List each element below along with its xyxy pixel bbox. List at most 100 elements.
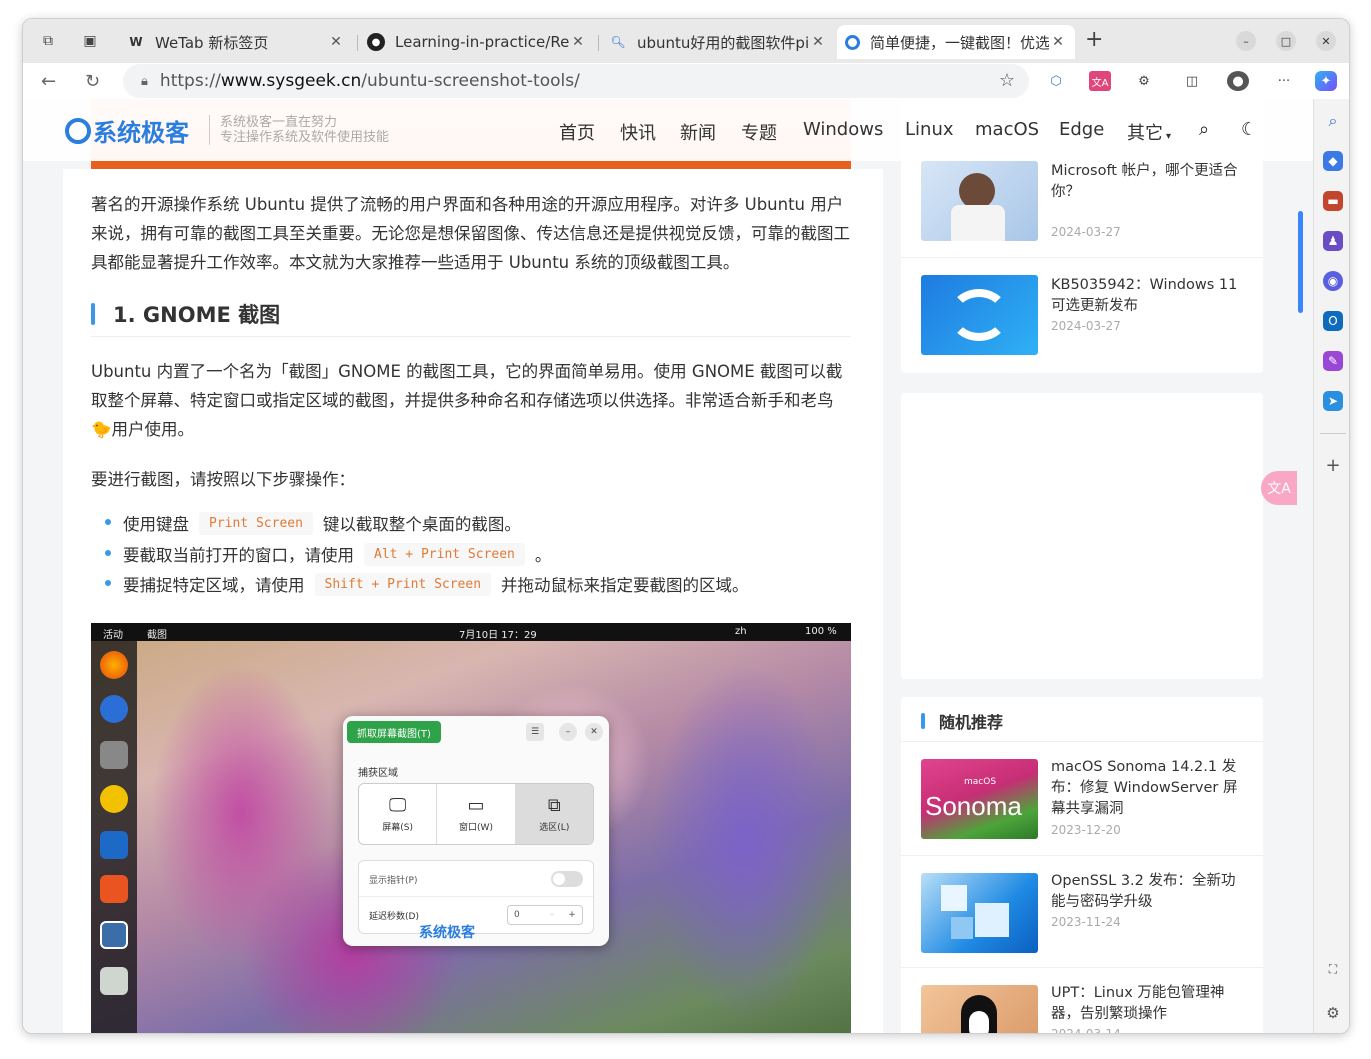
- search-icon[interactable]: ⌕: [1199, 119, 1209, 140]
- post-thumbnail[interactable]: macOS Sonoma: [921, 759, 1038, 839]
- site-watermark: 系统极客: [419, 925, 475, 941]
- post-title-link[interactable]: OpenSSL 3.2 发布：全新功能与密码学升级: [1051, 871, 1247, 913]
- sidebar-tag-icon[interactable]: ◆: [1323, 151, 1343, 171]
- more-menu-icon[interactable]: ···: [1273, 71, 1295, 91]
- close-tab-icon[interactable]: ✕: [809, 34, 827, 50]
- site-logo[interactable]: 系统极客: [65, 113, 189, 148]
- edge-sidebar: ⌕ ◆ ▬ ♟ ◉ O ✎ ➤ + ⛶ ⚙: [1313, 99, 1349, 1033]
- vertical-tabs-icon[interactable]: ▣: [79, 31, 101, 51]
- split-screen-icon[interactable]: ◫: [1181, 71, 1203, 91]
- minimize-button[interactable]: –: [1236, 31, 1256, 51]
- app-center-icon: [100, 875, 128, 903]
- favorite-star-icon[interactable]: ☆: [999, 70, 1015, 91]
- nav-windows[interactable]: Windows: [803, 119, 883, 140]
- close-window-button[interactable]: ✕: [1316, 31, 1336, 51]
- screenshot-dialog: 抓取屏幕截图(T) ☰ – ✕ 捕获区域 🖵︎ 屏幕(S) ▭ 窗口(W) ⧉ 选区(…: [343, 716, 609, 946]
- sidebar-search-icon[interactable]: ⌕: [1323, 111, 1343, 131]
- post-date: 2024-03-27: [1051, 319, 1121, 333]
- close-tab-icon[interactable]: ✕: [569, 34, 587, 50]
- logo-icon: [65, 117, 91, 144]
- post-date: 2023-12-20: [1051, 823, 1121, 837]
- nav-news[interactable]: 新闻: [680, 119, 716, 145]
- site-header: 系统极客 系统极客一直在努力 专注操作系统及软件使用技能 首页 快讯 新闻 专题 …: [23, 99, 1313, 161]
- nav-topics[interactable]: 专题: [741, 119, 777, 145]
- extension-cube-icon[interactable]: ⬡: [1045, 71, 1067, 91]
- rhythmbox-icon: [100, 785, 128, 813]
- page-scrollbar-thumb[interactable]: [1298, 211, 1303, 313]
- close-tab-icon[interactable]: ✕: [1049, 34, 1067, 50]
- sidebar-screenshot-icon[interactable]: ⛶: [1323, 959, 1343, 979]
- sidebar-settings-icon[interactable]: ⚙: [1323, 1003, 1343, 1023]
- window-icon: ▭: [467, 795, 485, 816]
- close-icon: ✕: [585, 723, 603, 741]
- sidebar-games-icon[interactable]: ♟: [1323, 231, 1343, 251]
- sysgeek-icon: [845, 34, 860, 50]
- nav-edge[interactable]: Edge: [1059, 119, 1104, 140]
- list-item: 要捕捉特定区域，请使用 Shift + Print Screen 并拖动鼠标来指…: [105, 572, 749, 596]
- intro-paragraph: 著名的开源操作系统 Ubuntu 提供了流畅的用户界面和各种用途的开源应用程序。…: [91, 195, 850, 272]
- new-tab-button[interactable]: +: [1085, 29, 1103, 51]
- monitor-icon: 🖵︎: [388, 795, 407, 816]
- random-posts-card: 随机推荐 macOS Sonoma macOS Sonoma 14.2.1 发布…: [901, 697, 1263, 1033]
- post-title-link[interactable]: UPT：Linux 万能包管理神器，告别繁琐操作: [1051, 983, 1247, 1025]
- sidebar-add-icon[interactable]: +: [1323, 455, 1343, 476]
- mode-window: ▭ 窗口(W): [437, 784, 516, 844]
- back-button[interactable]: ←: [41, 71, 56, 92]
- post-date: 2023-11-24: [1051, 915, 1121, 929]
- firefox-icon: [100, 651, 128, 679]
- github-icon: ●: [367, 33, 385, 51]
- post-title-link[interactable]: Microsoft 帐户，哪个更适合你？: [1051, 161, 1247, 203]
- post-thumbnail[interactable]: [921, 985, 1038, 1033]
- address-bar[interactable]: 🔒︎ https://www.sysgeek.cn/ubuntu-screens…: [123, 64, 1029, 98]
- site-tagline: 系统极客一直在努力 专注操作系统及软件使用技能: [209, 115, 389, 145]
- lock-icon: 🔒︎: [141, 73, 148, 89]
- tab-sysgeek-active[interactable]: 简单便捷，一键截图！优选 ✕: [837, 25, 1075, 59]
- post-thumbnail[interactable]: [921, 873, 1038, 953]
- gnome-dock: [91, 641, 137, 1033]
- pointer-toggle: [551, 871, 583, 887]
- screenshot-app-icon: [100, 921, 128, 949]
- post-date: 2024-03-27: [1051, 225, 1121, 239]
- sidebar-outlook-icon[interactable]: O: [1323, 311, 1343, 331]
- translate-float-button[interactable]: 文A: [1261, 471, 1297, 505]
- translate-extension-icon[interactable]: 文A: [1089, 71, 1111, 91]
- post-thumbnail[interactable]: [921, 161, 1038, 241]
- thunderbird-icon: [100, 695, 128, 723]
- post-title-link[interactable]: macOS Sonoma 14.2.1 发布：修复 WindowServer 屏…: [1051, 757, 1247, 820]
- tab-search[interactable]: 🔍︎ ubuntu好用的截图软件pin ✕: [601, 25, 835, 59]
- copilot-icon[interactable]: ✦: [1315, 71, 1337, 91]
- sidebar-copilot-icon[interactable]: ◉: [1323, 271, 1343, 291]
- sidebar-tools-icon[interactable]: ▬: [1323, 191, 1343, 211]
- nav-more[interactable]: 其它 ▾: [1127, 119, 1171, 145]
- nav-flash[interactable]: 快讯: [620, 119, 656, 145]
- profile-avatar[interactable]: ●: [1227, 71, 1249, 91]
- search-icon: 🔍︎: [610, 35, 626, 49]
- nav-home[interactable]: 首页: [559, 119, 595, 145]
- nav-macos[interactable]: macOS: [975, 119, 1039, 140]
- browser-window: ⧉ ▣ W WeTab 新标签页 ✕ ● Learning-in-practic…: [22, 18, 1350, 1034]
- post-thumbnail[interactable]: [921, 275, 1038, 355]
- sidebar-designer-icon[interactable]: ✎: [1323, 351, 1343, 371]
- section-heading: 1. GNOME 截图: [91, 299, 851, 337]
- inline-code: Alt + Print Screen: [364, 542, 525, 566]
- tab-github[interactable]: ● Learning-in-practice/Redi ✕: [359, 25, 595, 59]
- inline-code: Shift + Print Screen: [314, 572, 492, 596]
- article-card: 著名的开源操作系统 Ubuntu 提供了流畅的用户界面和各种用途的开源应用程序。…: [63, 169, 883, 1033]
- trash-icon: [100, 967, 128, 995]
- url-text: https://www.sysgeek.cn/ubuntu-screenshot…: [159, 71, 580, 91]
- ad-slot: [901, 393, 1263, 679]
- post-title-link[interactable]: KB5035942：Windows 11 可选更新发布: [1051, 275, 1247, 317]
- list-item: 使用键盘 Print Screen 键以截取整个桌面的截图。: [105, 511, 521, 535]
- dark-mode-moon-icon[interactable]: ☾: [1241, 119, 1257, 140]
- extensions-icon[interactable]: ⚙: [1133, 71, 1155, 91]
- workspaces-icon[interactable]: ⧉: [37, 31, 59, 51]
- tab-wetab[interactable]: W WeTab 新标签页 ✕: [119, 25, 353, 59]
- nav-linux[interactable]: Linux: [905, 119, 954, 140]
- close-tab-icon[interactable]: ✕: [327, 34, 345, 50]
- writer-icon: [100, 831, 128, 859]
- card-heading: 随机推荐: [921, 709, 1003, 733]
- sidebar-send-icon[interactable]: ➤: [1323, 391, 1343, 411]
- delay-spinner: 0 – +: [507, 905, 583, 925]
- refresh-button[interactable]: ↻: [85, 71, 100, 92]
- maximize-button[interactable]: □: [1276, 31, 1296, 51]
